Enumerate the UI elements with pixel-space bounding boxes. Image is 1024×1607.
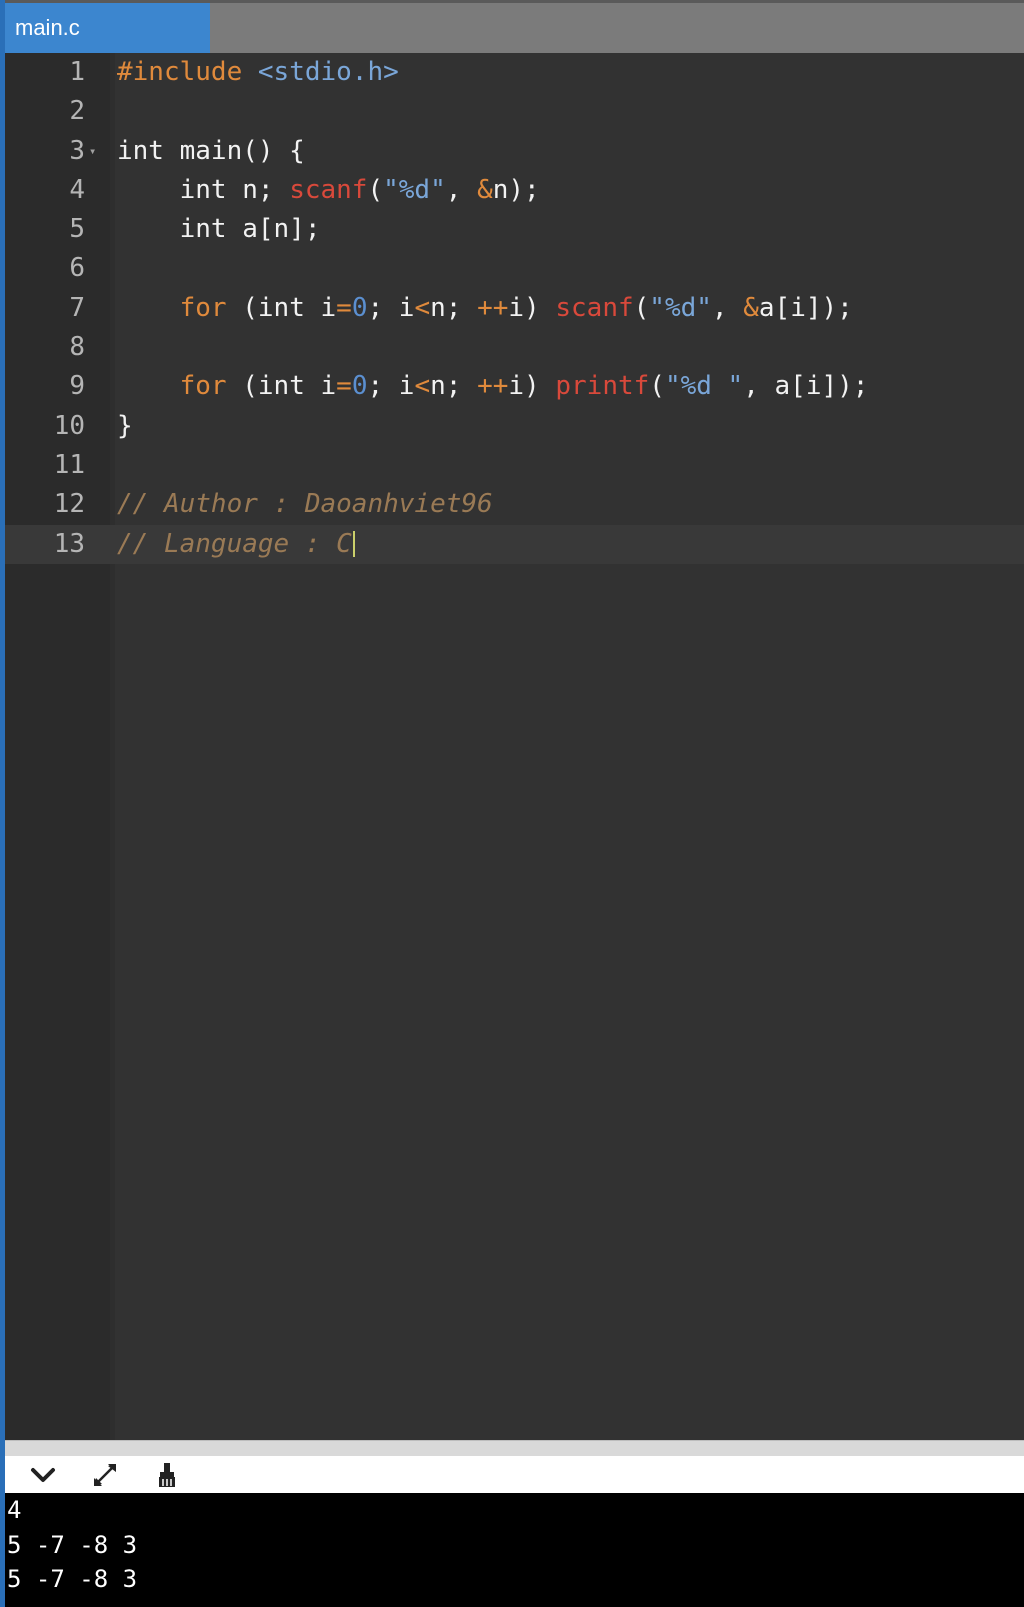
line-number: 4 — [69, 174, 85, 205]
code-line-12[interactable]: 12 // Author : Daoanhviet96 — [5, 485, 1024, 524]
code-text: for (int i=0; i<n; ++i) printf("%d ", a[… — [179, 371, 869, 402]
console-line: 5 -7 -8 3 — [7, 1530, 138, 1559]
code-text: for (int i=0; i<n; ++i) scanf("%d", &a[i… — [179, 292, 853, 323]
console-output[interactable]: 4 5 -7 -8 3 5 -7 -8 3 — [5, 1493, 1024, 1607]
code-line-7[interactable]: 7 for (int i=0; i<n; ++i) scanf("%d", &a… — [5, 289, 1024, 328]
panel-splitter[interactable] — [5, 1440, 1024, 1456]
line-number: 1 — [69, 57, 85, 87]
comment-language: // Language : C — [117, 528, 352, 559]
line-number: 9 — [69, 371, 85, 402]
code-line-11[interactable]: 11 — [5, 446, 1024, 485]
code-line-5[interactable]: 5 int a[n]; — [5, 210, 1024, 249]
code-line-1[interactable]: 1 #include <stdio.h> — [5, 53, 1024, 92]
expand-icon — [94, 1463, 116, 1486]
text-caret — [352, 531, 355, 558]
code-line-13[interactable]: 13 // Language : C — [5, 524, 1024, 564]
line-number: 2 — [69, 96, 85, 127]
chevron-down-icon — [31, 1467, 55, 1482]
code-text: int a[n]; — [117, 214, 321, 245]
clear-console-icon — [159, 1462, 175, 1487]
code-text: #include <stdio.h> — [117, 57, 399, 87]
code-editor[interactable]: 1 #include <stdio.h> 2 3 ▾ int main() { … — [5, 53, 1024, 1440]
code-text: int main() { — [117, 135, 305, 166]
tab-bar: main.c — [5, 0, 1024, 53]
collapse-console-button[interactable] — [23, 1456, 63, 1493]
console-toolbar — [5, 1456, 1024, 1493]
line-number: 8 — [69, 332, 85, 363]
console-line: 4 — [7, 1496, 22, 1524]
fold-arrow-icon[interactable]: ▾ — [89, 132, 96, 171]
code-line-3[interactable]: 3 ▾ int main() { — [5, 132, 1024, 171]
code-line-8[interactable]: 8 — [5, 328, 1024, 367]
code-line-4[interactable]: 4 int n; scanf("%d", &n); — [5, 171, 1024, 210]
code-line-10[interactable]: 10 } — [5, 407, 1024, 446]
code-line-9[interactable]: 9 for (int i=0; i<n; ++i) printf("%d ", … — [5, 367, 1024, 406]
console-line: 5 -7 -8 3 — [7, 1565, 138, 1594]
expand-console-button[interactable] — [85, 1456, 125, 1493]
code-line-2[interactable]: 2 — [5, 92, 1024, 131]
line-number: 3 — [69, 135, 85, 166]
code-text: int n; scanf("%d", &n); — [117, 174, 540, 205]
line-number: 13 — [53, 528, 85, 559]
line-number: 7 — [69, 292, 85, 323]
code-lines[interactable]: 1 #include <stdio.h> 2 3 ▾ int main() { … — [5, 53, 1024, 564]
code-line-6[interactable]: 6 — [5, 249, 1024, 288]
tab-main-c[interactable]: main.c — [5, 3, 210, 53]
code-text: } — [117, 410, 133, 441]
comment-author: // Author : Daoanhviet96 — [117, 489, 493, 520]
line-number: 5 — [69, 214, 85, 245]
code-text: // Language : C — [117, 525, 355, 564]
line-number: 10 — [53, 410, 85, 441]
line-number: 6 — [69, 253, 85, 284]
line-number: 12 — [53, 489, 85, 520]
line-number: 11 — [53, 449, 85, 480]
clear-console-button[interactable] — [147, 1456, 187, 1493]
